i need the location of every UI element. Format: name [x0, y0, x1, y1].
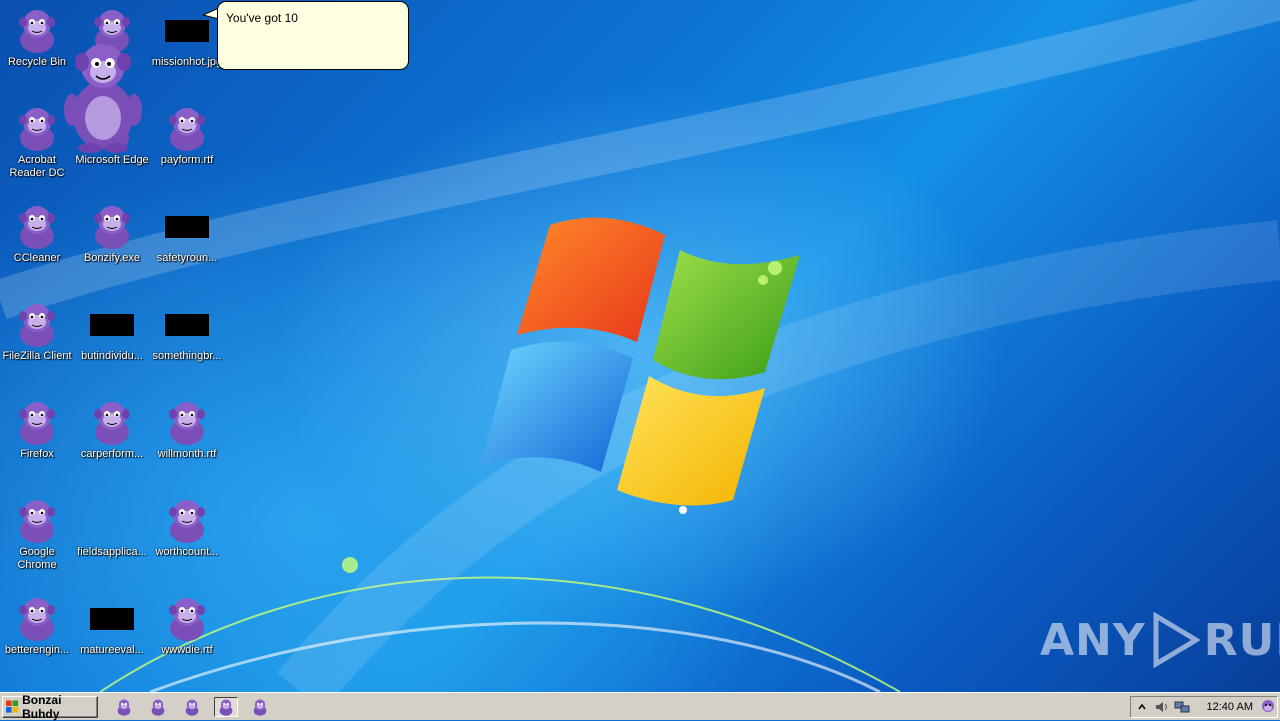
bonzi-icon: [13, 398, 61, 446]
desktop-icon[interactable]: payform.rtf: [150, 104, 224, 167]
quick-launch-bonzi-icon[interactable]: [146, 697, 170, 717]
play-triangle-icon: [1153, 612, 1200, 668]
quick-launch-bonzi-icon[interactable]: [180, 697, 204, 717]
black-thumbnail-icon: [163, 300, 211, 348]
taskbar: Bonzai Buhdy 12:40 AM: [0, 692, 1280, 721]
desktop-icon-label: butindividu...: [81, 350, 143, 362]
desktop-icon[interactable]: butindividu...: [75, 300, 149, 363]
bonzi-icon: [13, 300, 61, 348]
desktop-icon[interactable]: willmonth.rtf: [150, 398, 224, 461]
desktop-icon-label: safetyroun...: [156, 252, 218, 264]
bonzi-icon: [13, 594, 61, 642]
desktop-icon-label: FileZilla Client: [2, 350, 72, 362]
watermark-left: ANY: [1040, 614, 1146, 666]
desktop-icon-label: fieldsapplica...: [77, 546, 147, 558]
desktop-icon[interactable]: carperform...: [75, 398, 149, 461]
volume-icon[interactable]: [1153, 699, 1171, 715]
quick-launch-bonzi-icon[interactable]: [248, 697, 272, 717]
black-thumbnail-icon: [88, 300, 136, 348]
windows-logo: [481, 217, 800, 514]
watermark-right: RUN: [1203, 614, 1280, 666]
desktop-icon-label: payform.rtf: [160, 154, 214, 166]
desktop-icon-label: Firefox: [20, 448, 54, 460]
desktop-icon-label: matureeval...: [80, 644, 144, 656]
start-button[interactable]: Bonzai Buhdy: [2, 693, 98, 721]
bonzi-icon: [88, 202, 136, 250]
desktop-icon[interactable]: Firefox: [0, 398, 74, 461]
desktop-icon[interactable]: somethingbr...: [150, 300, 224, 363]
desktop-icon[interactable]: CCleaner: [0, 202, 74, 265]
desktop-icon-label: missionhot.jpg: [151, 56, 223, 68]
bonzi-icon: [163, 398, 211, 446]
desktop-icon-label: CCleaner: [13, 252, 61, 264]
bonzi-buddy-character[interactable]: [58, 30, 148, 155]
black-thumbnail-icon: [88, 594, 136, 642]
bonzi-icon: [163, 104, 211, 152]
desktop-icon-label: somethingbr...: [152, 350, 222, 362]
network-icon[interactable]: [1173, 699, 1191, 715]
desktop-icon[interactable]: fieldsapplica...: [75, 496, 149, 559]
speech-bubble-text: You've got 10: [226, 11, 298, 25]
start-button-label: Bonzai Buhdy: [22, 693, 62, 721]
bonzi-icon: [13, 496, 61, 544]
desktop-icon[interactable]: Google Chrome: [0, 496, 74, 572]
desktop-icon[interactable]: FileZilla Client: [0, 300, 74, 363]
quick-launch-bonzi-icon[interactable]: [112, 697, 136, 717]
bonzi-icon: [13, 6, 61, 54]
clock[interactable]: 12:40 AM: [1207, 701, 1253, 713]
system-tray: 12:40 AM: [1130, 696, 1278, 718]
desktop-icon-label: Microsoft Edge: [75, 154, 149, 166]
blank-icon: [88, 496, 136, 544]
bonzi-tray-icon[interactable]: [1259, 699, 1277, 715]
windows-flag-icon: [6, 700, 19, 713]
desktop-icon-label: Bonzify.exe: [83, 252, 141, 264]
desktop-icon[interactable]: betterengin...: [0, 594, 74, 657]
desktop-icon[interactable]: safetyroun...: [150, 202, 224, 265]
desktop-icon-label: Acrobat Reader DC: [9, 154, 65, 179]
desktop-icon[interactable]: Bonzify.exe: [75, 202, 149, 265]
speech-bubble[interactable]: You've got 10: [217, 1, 409, 70]
tray-expand-icon[interactable]: [1133, 699, 1151, 715]
desktop-icon[interactable]: wwwdie.rtf: [150, 594, 224, 657]
desktop-icon[interactable]: worthcount...: [150, 496, 224, 559]
desktop-icon-label: wwwdie.rtf: [161, 644, 213, 656]
desktop-icon-label: carperform...: [80, 448, 144, 460]
desktop-icon-label: betterengin...: [4, 644, 70, 656]
desktop-icon-label: Google Chrome: [17, 546, 57, 571]
desktop-icon-label: willmonth.rtf: [157, 448, 217, 460]
bonzi-icon: [163, 594, 211, 642]
bonzi-icon: [13, 104, 61, 152]
desktop: Recycle Bin Acrobat Reader DC CCleaner File…: [0, 0, 1280, 692]
desktop-icon[interactable]: matureeval...: [75, 594, 149, 657]
desktop-icon-label: worthcount...: [155, 546, 219, 558]
anyrun-watermark: ANY RUN: [1040, 612, 1280, 668]
bonzi-icon: [13, 202, 61, 250]
bonzi-icon: [163, 496, 211, 544]
black-thumbnail-icon: [163, 202, 211, 250]
bonzi-icon: [88, 398, 136, 446]
quick-launch-bonzi-icon[interactable]: [214, 697, 238, 717]
